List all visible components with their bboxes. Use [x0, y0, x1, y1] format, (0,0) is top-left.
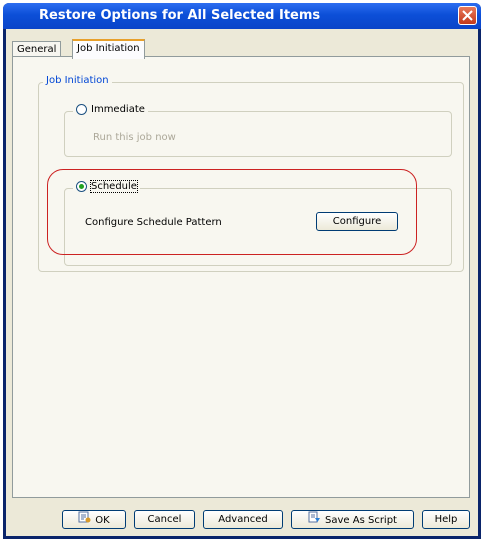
tab-panel-job-initiation: Job Initiation Immediate Run this job no…: [12, 56, 470, 498]
close-icon: [462, 10, 473, 21]
save-as-script-label: Save As Script: [325, 515, 397, 526]
job-initiation-legend: Job Initiation: [43, 75, 112, 86]
tab-job-initiation-label: Job Initiation: [77, 43, 140, 54]
ok-icon: [78, 511, 91, 529]
advanced-label: Advanced: [218, 514, 268, 525]
advanced-button[interactable]: Advanced: [203, 510, 283, 529]
help-button[interactable]: Help: [422, 510, 470, 529]
immediate-radio[interactable]: [76, 104, 87, 115]
immediate-label: Immediate: [91, 104, 145, 115]
dialog-window: Restore Options for All Selected Items G…: [3, 3, 481, 539]
immediate-radio-row[interactable]: Immediate: [73, 104, 148, 115]
cancel-label: Cancel: [147, 514, 182, 525]
help-label: Help: [434, 514, 458, 525]
title-bar[interactable]: Restore Options for All Selected Items: [3, 3, 481, 29]
save-as-script-button[interactable]: Save As Script: [291, 510, 414, 529]
tab-general-label: General: [17, 44, 57, 55]
script-icon: [308, 511, 321, 529]
ok-button[interactable]: OK: [62, 510, 126, 529]
close-button[interactable]: [458, 6, 477, 25]
immediate-group: Immediate Run this job now: [64, 104, 452, 157]
immediate-description: Run this job now: [93, 132, 176, 143]
tab-job-initiation[interactable]: Job Initiation: [72, 39, 145, 59]
cancel-button[interactable]: Cancel: [134, 510, 195, 529]
ok-label: OK: [95, 515, 110, 526]
dialog-body: General Job Initiation Job Initiation Im…: [6, 29, 478, 536]
window-title: Restore Options for All Selected Items: [39, 8, 321, 23]
schedule-highlight: [47, 169, 417, 255]
